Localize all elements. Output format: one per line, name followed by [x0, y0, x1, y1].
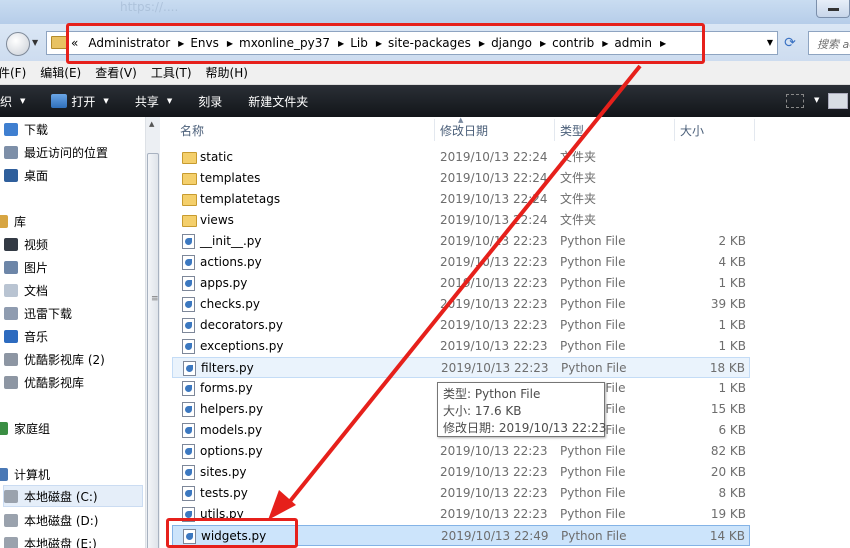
annotation-arrow	[268, 64, 642, 520]
arrow-line	[285, 64, 642, 507]
arrow-head	[268, 490, 296, 520]
